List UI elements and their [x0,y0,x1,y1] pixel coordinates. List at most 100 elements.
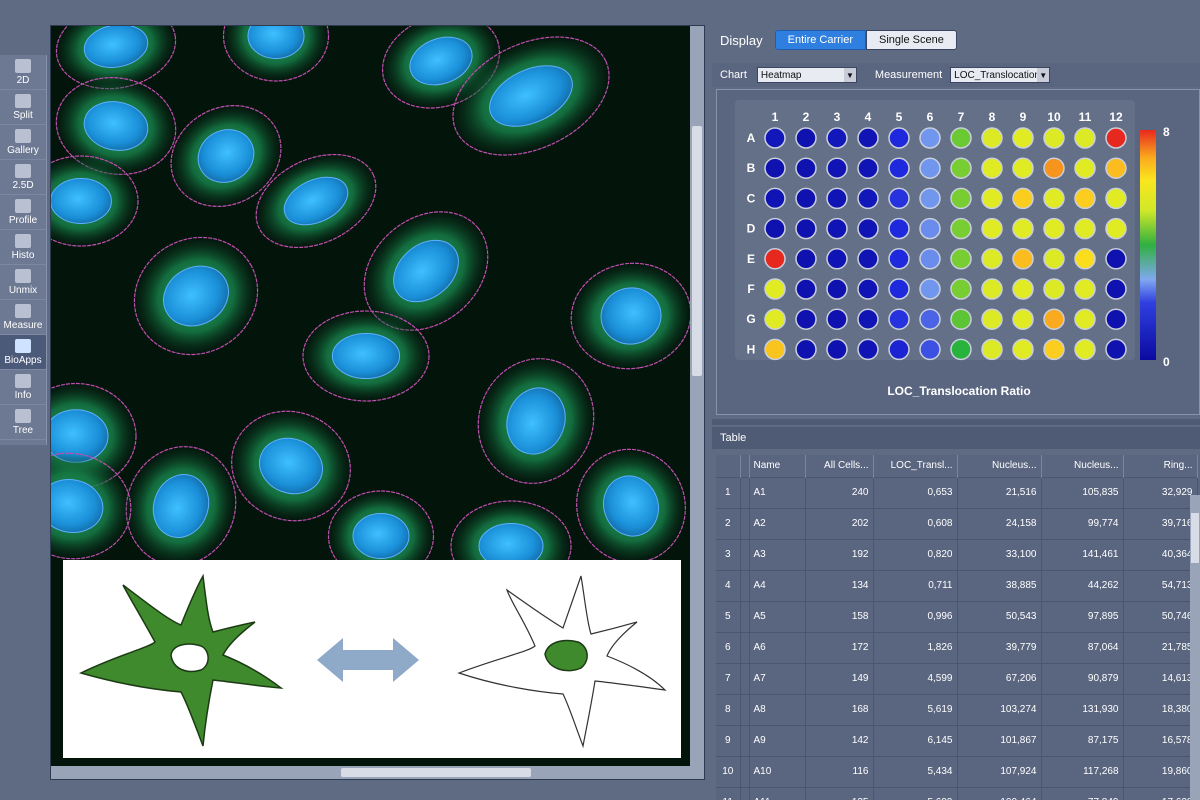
column-header[interactable]: Name [749,455,806,477]
well-A2[interactable] [795,127,817,149]
well-D2[interactable] [795,217,817,240]
well-E12[interactable] [1105,248,1127,270]
well-C1[interactable] [764,187,786,210]
well-A6[interactable] [919,127,941,149]
well-G12[interactable] [1105,308,1127,330]
well-F6[interactable] [919,278,941,300]
vertical-scrollbar[interactable] [690,26,704,768]
well-D9[interactable] [1012,217,1034,240]
well-H11[interactable] [1074,338,1096,361]
well-F5[interactable] [888,278,910,300]
well-G11[interactable] [1074,308,1096,330]
well-A5[interactable] [888,127,910,149]
well-C5[interactable] [888,187,910,210]
well-A11[interactable] [1074,127,1096,149]
toolbar-button-2-5d[interactable]: 2.5D [0,160,46,195]
well-H3[interactable] [826,338,848,361]
well-C11[interactable] [1074,187,1096,210]
well-F7[interactable] [950,278,972,300]
well-G10[interactable] [1043,308,1065,330]
well-B8[interactable] [981,157,1003,179]
well-F12[interactable] [1105,278,1127,300]
table-row[interactable]: 9 A9 142 6,145 101,867 87,175 16,578 [716,724,1198,756]
horizontal-scrollbar[interactable] [51,766,704,779]
well-G4[interactable] [857,308,879,330]
well-H5[interactable] [888,338,910,361]
well-D11[interactable] [1074,217,1096,240]
scroll-thumb[interactable] [692,126,702,376]
well-A8[interactable] [981,127,1003,149]
toolbar-button-split[interactable]: Split [0,90,46,125]
well-E9[interactable] [1012,248,1034,270]
well-B9[interactable] [1012,157,1034,179]
well-H4[interactable] [857,338,879,361]
toolbar-button-2d[interactable]: 2D [0,55,46,90]
well-G3[interactable] [826,308,848,330]
well-D8[interactable] [981,217,1003,240]
table-scrollbar[interactable] [1190,495,1200,800]
well-H6[interactable] [919,338,941,361]
table-row[interactable]: 2 A2 202 0,608 24,158 99,774 39,716 [716,507,1198,539]
well-F2[interactable] [795,278,817,300]
well-B5[interactable] [888,157,910,179]
well-E10[interactable] [1043,248,1065,270]
image-viewer[interactable] [50,25,705,780]
toolbar-button-bioapps[interactable]: BioApps [0,335,46,370]
well-B10[interactable] [1043,157,1065,179]
toolbar-button-histo[interactable]: Histo [0,230,46,265]
single-scene-button[interactable]: Single Scene [866,30,957,50]
table-row[interactable]: 1 A1 240 0,653 21,516 105,835 32,929 [716,476,1198,508]
well-G9[interactable] [1012,308,1034,330]
well-C10[interactable] [1043,187,1065,210]
well-A9[interactable] [1012,127,1034,149]
column-header[interactable]: Nucleus... [957,455,1042,477]
well-C4[interactable] [857,187,879,210]
well-plate-heatmap[interactable]: 1 2 3 4 5 6 7 8 9 10 11 12ABCDEFGH80LOC_Translocati… [717,90,1200,416]
well-A4[interactable] [857,127,879,149]
scroll-thumb[interactable] [1191,513,1199,563]
well-B12[interactable] [1105,157,1127,179]
toolbar-button-tree[interactable]: Tree [0,405,46,440]
well-D10[interactable] [1043,217,1065,240]
table-row[interactable]: 4 A4 134 0,711 38,885 44,262 54,713 [716,569,1198,601]
well-D5[interactable] [888,217,910,240]
well-F4[interactable] [857,278,879,300]
well-D4[interactable] [857,217,879,240]
well-H12[interactable] [1105,338,1127,361]
column-header[interactable]: LOC_Transl... [873,455,958,477]
well-H1[interactable] [764,338,786,361]
well-C7[interactable] [950,187,972,210]
well-A12[interactable] [1105,127,1127,149]
table-row[interactable]: 11 A111255,699100,46477,84917,628 [716,786,1198,800]
well-F10[interactable] [1043,278,1065,300]
toolbar-button-gallery[interactable]: Gallery [0,125,46,160]
well-G1[interactable] [764,308,786,330]
well-D3[interactable] [826,217,848,240]
well-D12[interactable] [1105,217,1127,240]
well-A1[interactable] [764,127,786,149]
toolbar-button-unmix[interactable]: Unmix [0,265,46,300]
column-header[interactable]: Ring... [1123,455,1198,477]
well-H8[interactable] [981,338,1003,361]
well-F9[interactable] [1012,278,1034,300]
toolbar-button-info[interactable]: Info [0,370,46,405]
well-E1[interactable] [764,248,786,270]
well-C12[interactable] [1105,187,1127,210]
well-B11[interactable] [1074,157,1096,179]
well-B1[interactable] [764,157,786,179]
well-B6[interactable] [919,157,941,179]
well-E2[interactable] [795,248,817,270]
well-B3[interactable] [826,157,848,179]
table-row[interactable]: 6 A6 172 1,826 39,779 87,064 21,785 [716,631,1198,663]
well-H2[interactable] [795,338,817,361]
well-H9[interactable] [1012,338,1034,361]
well-D1[interactable] [764,217,786,240]
well-B4[interactable] [857,157,879,179]
well-D6[interactable] [919,217,941,240]
well-E3[interactable] [826,248,848,270]
well-A3[interactable] [826,127,848,149]
well-B2[interactable] [795,157,817,179]
well-E7[interactable] [950,248,972,270]
well-F3[interactable] [826,278,848,300]
well-E4[interactable] [857,248,879,270]
